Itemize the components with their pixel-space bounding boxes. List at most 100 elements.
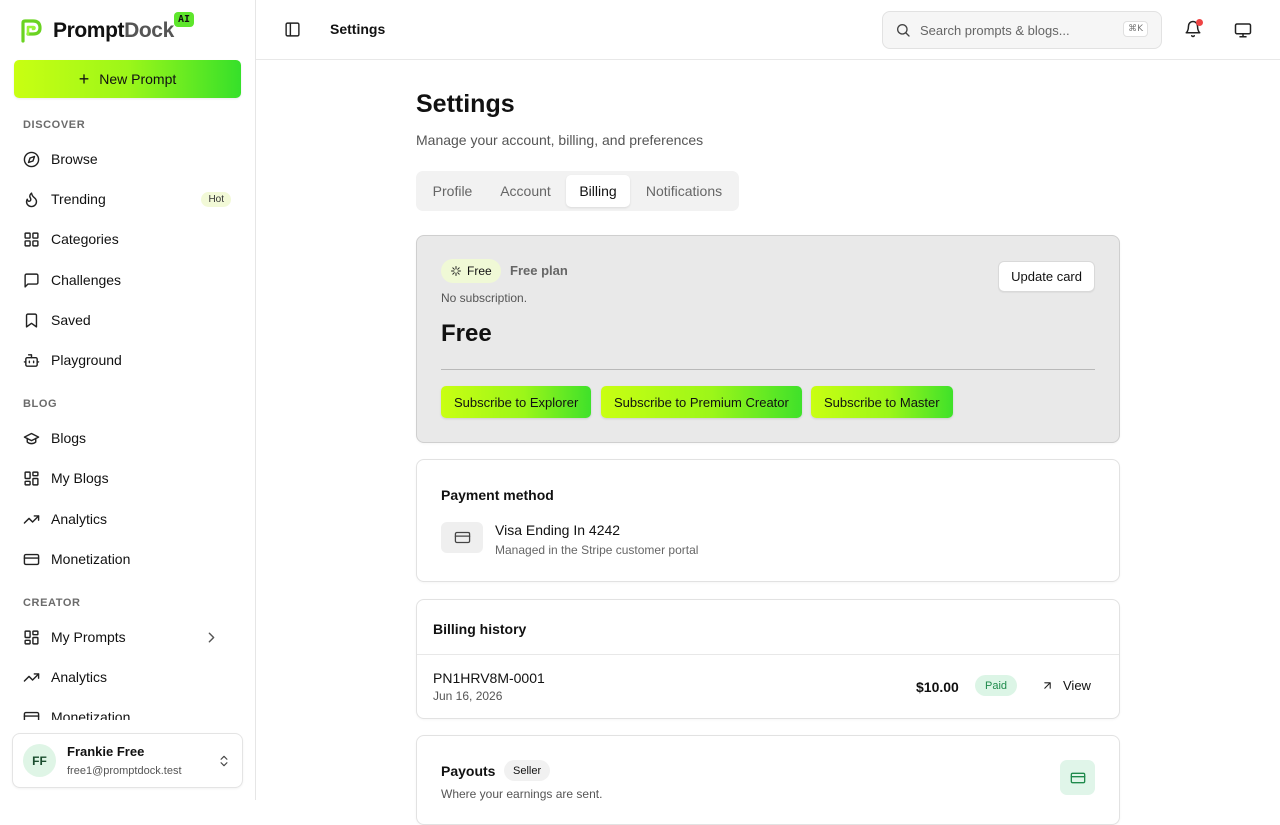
tab-notifications[interactable]: Notifications [633, 175, 735, 207]
tab-billing[interactable]: Billing [566, 175, 630, 207]
subscription-status: No subscription. [441, 291, 528, 305]
brand-logo[interactable]: PromptDock AI [19, 12, 195, 45]
tab-profile[interactable]: Profile [420, 175, 485, 207]
sidebar-toggle-icon[interactable] [284, 21, 301, 38]
trending-up-icon [23, 672, 40, 682]
divider [441, 369, 1095, 370]
sidebar-item-browse[interactable]: Browse [14, 142, 241, 176]
card-subtext: Managed in the Stripe customer portal [495, 543, 699, 557]
seller-badge: Seller [504, 760, 551, 781]
monitor-icon[interactable] [1234, 21, 1252, 39]
plus-icon: + [78, 69, 90, 89]
grid-icon [24, 231, 39, 247]
sidebar-item-playground[interactable]: Playground [14, 343, 241, 377]
top-bar: Settings ⌘K [256, 0, 1280, 60]
breadcrumb-title: Settings [330, 21, 386, 37]
sidebar-item-label: Categories [51, 231, 119, 247]
brand-name: PromptDock [53, 19, 174, 42]
promptdock-logo-icon [21, 19, 42, 43]
sidebar-item-my-blogs[interactable]: My Blogs [14, 461, 241, 495]
sidebar-item-blog-monetization[interactable]: Monetization [14, 542, 241, 576]
billing-history-card: Billing history PN1HRV8M-0001 Jun 16, 20… [416, 599, 1120, 719]
view-label: View [1063, 678, 1091, 693]
payouts-subtitle: Where your earnings are sent. [441, 787, 603, 801]
divider [417, 654, 1119, 655]
card-icon-box [441, 522, 483, 553]
sidebar-item-label: Analytics [51, 511, 108, 527]
credit-card-icon [1070, 772, 1085, 783]
chevron-right-icon[interactable] [203, 629, 220, 646]
subscribe-master-button[interactable]: Subscribe to Master [811, 386, 953, 418]
sidebar-item-label: My Prompts [51, 629, 126, 645]
section-label-discover: DISCOVER [23, 119, 86, 131]
avatar: FF [23, 744, 56, 777]
sidebar-item-label: Browse [51, 151, 98, 167]
settings-tabs: Profile Account Billing Notifications [416, 171, 739, 211]
sidebar-item-label: Monetization [51, 709, 131, 720]
sidebar-item-blogs[interactable]: Blogs [14, 421, 241, 455]
credit-card-icon [23, 553, 40, 565]
sidebar-item-label: Monetization [51, 551, 131, 567]
sidebar-item-label: My Blogs [51, 470, 109, 486]
plan-name: Free plan [510, 263, 568, 278]
payouts-card: Payouts Seller Where your earnings are s… [416, 735, 1120, 825]
invoice-id: PN1HRV8M-0001 [433, 670, 545, 686]
sidebar-item-creator-analytics[interactable]: Analytics [14, 660, 241, 694]
new-prompt-label: New Prompt [99, 71, 177, 87]
sparkle-icon [451, 266, 461, 276]
search-input[interactable] [920, 22, 1120, 38]
view-invoice-link[interactable]: View [1041, 678, 1091, 693]
search-box[interactable]: ⌘K [882, 11, 1162, 49]
plan-badge-label: Free [467, 264, 492, 278]
update-card-button[interactable]: Update card [998, 261, 1095, 292]
sidebar-item-creator-monetization[interactable]: Monetization [14, 700, 241, 720]
flame-icon [25, 191, 38, 207]
sidebar-scroll-area[interactable]: PromptDock AI + New Prompt DISCOVER Brow… [0, 0, 255, 720]
subscribe-explorer-button[interactable]: Subscribe to Explorer [441, 386, 592, 418]
sidebar-item-label: Analytics [51, 669, 108, 685]
sidebar-item-challenges[interactable]: Challenges [14, 263, 241, 297]
plan-price: Free [441, 320, 492, 347]
sidebar: PromptDock AI + New Prompt DISCOVER Brow… [0, 0, 256, 800]
ai-badge: AI [174, 12, 195, 27]
new-prompt-button[interactable]: + New Prompt [14, 60, 241, 98]
sidebar-item-trending[interactable]: Trending Hot [14, 182, 241, 216]
invoice-amount: $10.00 [916, 679, 959, 695]
user-menu[interactable]: FF Frankie Free free1@promptdock.test [12, 733, 243, 788]
notification-dot [1196, 19, 1203, 26]
payment-method-card: Payment method Visa Ending In 4242 Manag… [416, 459, 1120, 582]
sidebar-item-label: Saved [51, 312, 91, 328]
credit-card-icon [454, 531, 470, 544]
page-subtitle: Manage your account, billing, and prefer… [416, 132, 704, 148]
hot-badge: Hot [201, 191, 231, 207]
bookmark-icon [25, 312, 38, 328]
sidebar-item-categories[interactable]: Categories [14, 222, 241, 256]
bot-icon [23, 353, 40, 367]
card-label: Visa Ending In 4242 [495, 522, 621, 538]
billing-history-title: Billing history [433, 621, 527, 637]
section-label-creator: CREATOR [23, 597, 81, 609]
sidebar-item-saved[interactable]: Saved [14, 303, 241, 337]
tab-account[interactable]: Account [488, 175, 563, 207]
trending-up-icon [23, 514, 40, 524]
payout-icon-box [1060, 760, 1095, 795]
search-icon [897, 24, 910, 37]
user-email: free1@promptdock.test [67, 764, 182, 777]
chevrons-up-down-icon [220, 755, 228, 767]
grid-icon [24, 470, 39, 486]
plan-badge: Free [441, 259, 501, 283]
invoice-date: Jun 16, 2026 [433, 689, 503, 703]
current-plan-card: Free Free plan No subscription. Free Upd… [416, 235, 1120, 443]
section-label-blog: BLOG [23, 398, 58, 410]
graduation-cap-icon [23, 432, 40, 444]
status-badge: Paid [975, 675, 1018, 696]
compass-icon [23, 151, 40, 167]
credit-card-icon [23, 711, 40, 720]
grid-icon [24, 629, 39, 645]
sidebar-item-my-prompts[interactable]: My Prompts [14, 620, 241, 654]
message-square-icon [24, 272, 39, 288]
sidebar-item-blog-analytics[interactable]: Analytics [14, 502, 241, 536]
payouts-title: Payouts [441, 763, 496, 779]
subscribe-premium-creator-button[interactable]: Subscribe to Premium Creator [601, 386, 802, 418]
sidebar-item-label: Playground [51, 352, 122, 368]
